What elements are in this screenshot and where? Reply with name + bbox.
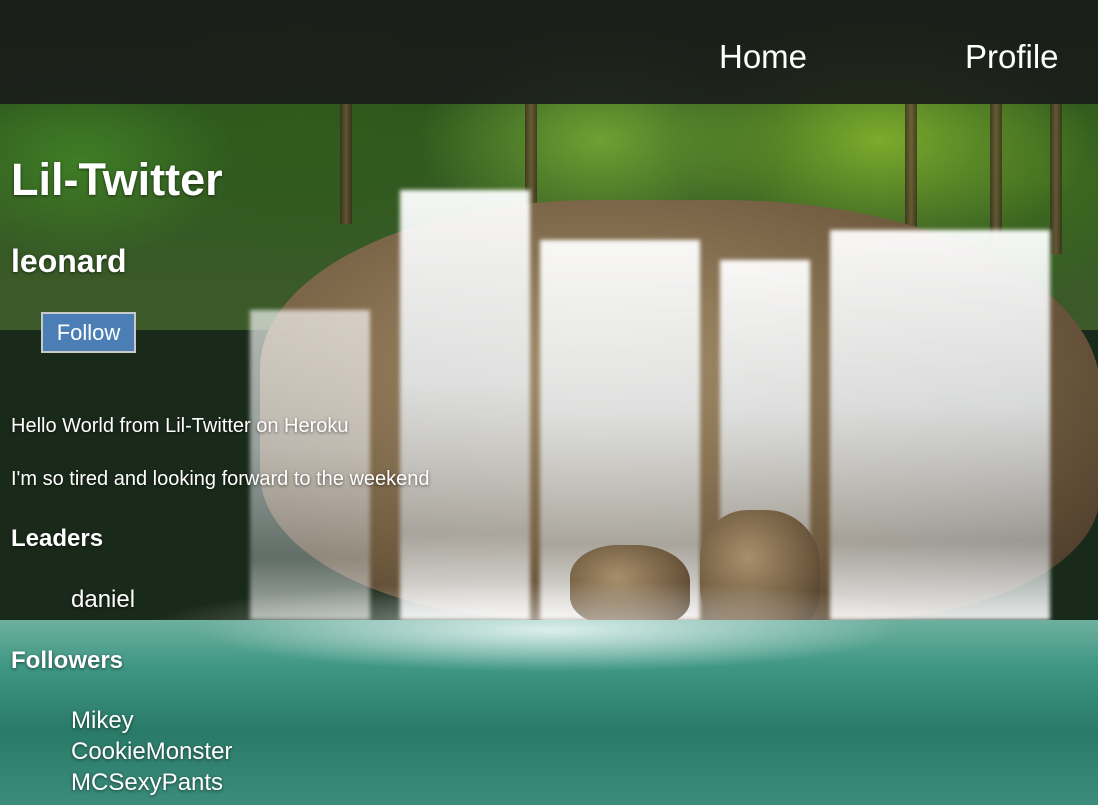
waterfall-stream — [400, 190, 530, 620]
tree-trunk — [905, 104, 917, 234]
leader-item[interactable]: daniel — [71, 584, 135, 615]
follower-item[interactable]: Mikey — [71, 705, 232, 736]
follower-item[interactable]: CookieMonster — [71, 736, 232, 767]
top-navbar: Home Profile — [0, 0, 1098, 104]
follower-item[interactable]: MCSexyPants — [71, 767, 232, 798]
leaders-heading: Leaders — [11, 525, 104, 552]
tree-trunk — [1050, 104, 1062, 254]
tweet-text: I'm so tired and looking forward to the … — [11, 468, 430, 490]
background-photo — [0, 0, 1098, 805]
follow-button[interactable]: Follow — [41, 312, 136, 353]
app-title: Lil-Twitter — [11, 154, 223, 205]
leaders-list: daniel — [71, 584, 135, 615]
nav-home-link[interactable]: Home — [719, 38, 807, 76]
profile-username: leonard — [11, 243, 127, 279]
tweet-text: Hello World from Lil-Twitter on Heroku — [11, 415, 349, 437]
followers-heading: Followers — [11, 647, 124, 674]
tree-trunk — [990, 104, 1002, 244]
nav-profile-link[interactable]: Profile — [965, 38, 1059, 76]
tree-trunk — [340, 104, 352, 224]
followers-list: Mikey CookieMonster MCSexyPants — [71, 705, 232, 798]
